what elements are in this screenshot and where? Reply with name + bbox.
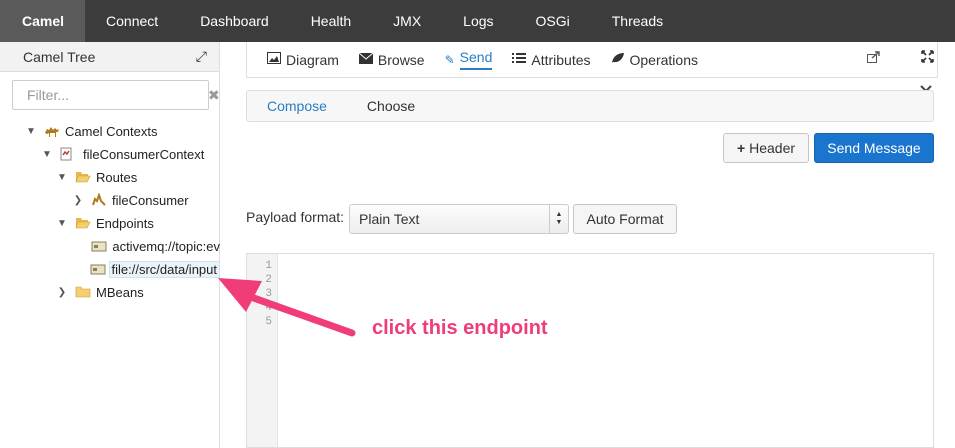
annotation-arrow xyxy=(218,278,356,337)
annotation-text: click this endpoint xyxy=(372,317,548,339)
